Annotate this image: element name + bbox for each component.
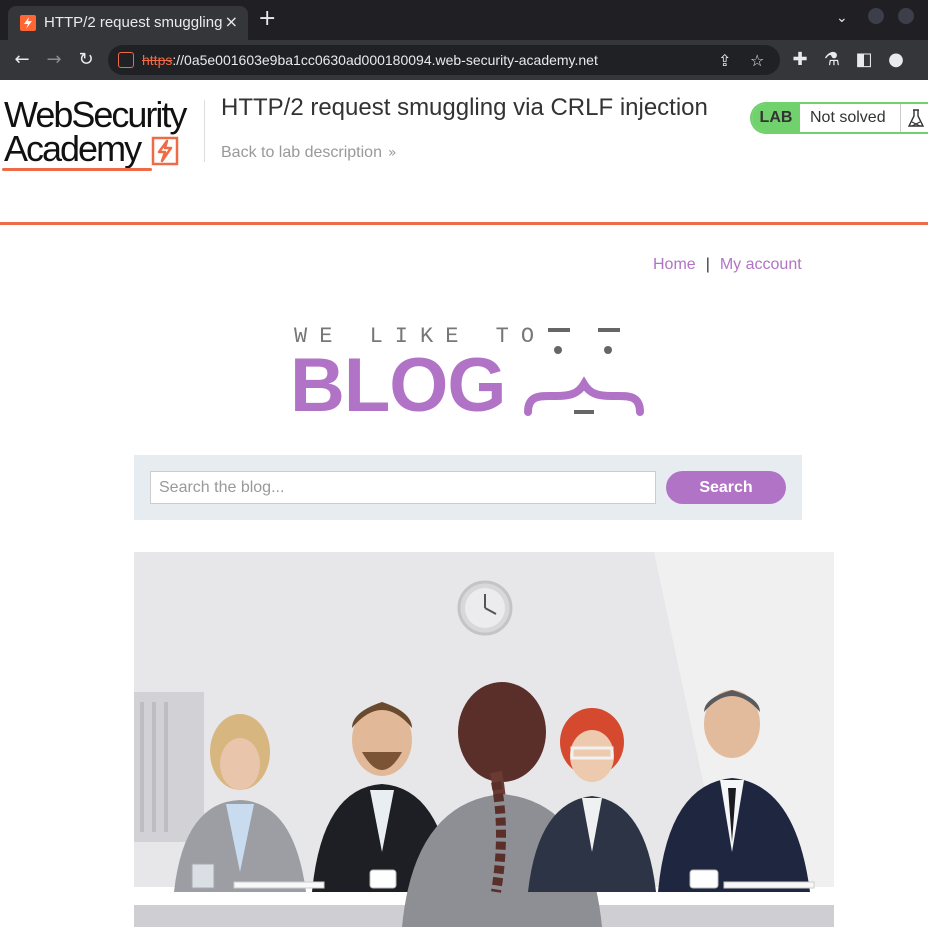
back-to-lab-description-link[interactable]: Back to lab description » [221,144,397,162]
nav-my-account-link[interactable]: My account [720,256,802,273]
banner-title: BLOG [290,343,507,428]
blog-nav: Home | My account [653,256,802,274]
lab-title: HTTP/2 request smuggling via CRLF inject… [221,94,708,121]
back-link-label: Back to lab description [221,144,382,161]
logo-underline [2,168,152,171]
blog-search-input[interactable] [150,471,656,504]
curly-brace-face-icon [524,328,644,416]
window-maximize-icon[interactable] [898,8,914,24]
window-minimize-icon[interactable] [868,8,884,24]
forward-arrow-icon[interactable]: → [42,48,66,72]
search-panel: Search [134,455,802,520]
back-arrow-icon[interactable]: ← [10,48,34,72]
double-chevron-right-icon: » [387,145,397,161]
extensions-puzzle-icon[interactable]: ✚ [788,48,812,72]
academy-header: WebSecurity Academy HTTP/2 request smugg… [0,80,928,225]
logo-line-1: WebSecurity [4,94,187,135]
lab-status-text: Not solved [810,109,886,126]
lab-status-badge: LAB Not solved [750,102,928,134]
profile-avatar-icon[interactable]: ● [884,48,908,72]
side-panel-icon[interactable]: ◧ [852,48,876,72]
reload-icon[interactable]: ↻ [74,48,98,72]
logo-bolt-icon [151,136,179,166]
browser-tab[interactable]: HTTP/2 request smuggling × [8,6,248,40]
lab-badge-label: LAB [752,104,800,132]
nav-separator: | [705,256,710,273]
flask-icon [900,104,928,132]
browser-toolbar: ← → ↻ https://0a5e001603e9ba1cc0630ad000… [0,40,928,80]
address-bar[interactable]: https://0a5e001603e9ba1cc0630ad000180094… [108,45,780,75]
tab-title: HTTP/2 request smuggling [44,14,222,31]
tab-search-chevron-icon[interactable]: ⌄ [836,10,848,26]
tab-close-icon[interactable]: × [225,12,238,31]
search-button[interactable]: Search [666,471,786,504]
bookmark-star-icon[interactable]: ☆ [750,51,764,70]
academy-favicon-icon [20,15,36,31]
new-tab-icon[interactable]: + [258,6,276,31]
blog-post-image[interactable] [134,552,834,927]
url-scheme: https [142,52,173,68]
browser-tab-bar: HTTP/2 request smuggling × + ⌄ [0,0,928,40]
blog-banner: WE LIKE TO BLOG [290,322,650,428]
url-text[interactable]: https://0a5e001603e9ba1cc0630ad000180094… [142,52,598,68]
header-divider [204,100,205,162]
insecure-site-icon[interactable] [118,52,134,68]
nav-home-link[interactable]: Home [653,256,696,273]
url-host: ://0a5e001603e9ba1cc0630ad000180094.web-… [172,52,598,68]
share-icon[interactable]: ⇪ [718,51,731,70]
labs-flask-icon[interactable]: ⚗ [820,48,844,72]
interview-scene-illustration [134,552,834,927]
